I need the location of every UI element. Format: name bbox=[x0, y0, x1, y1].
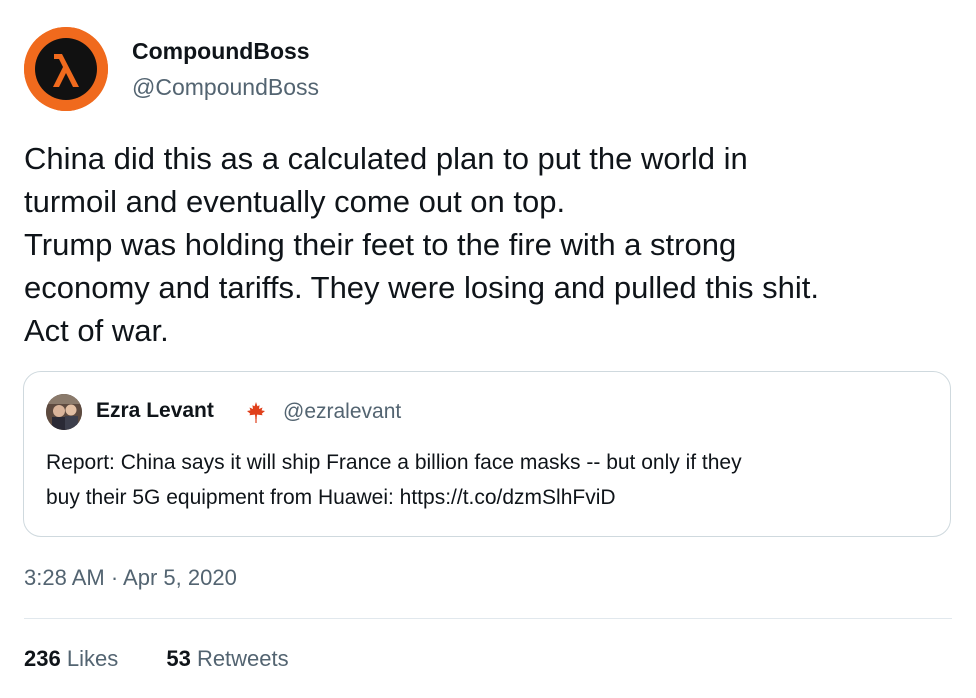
tweet-timestamp[interactable]: 3:28 AM · Apr 5, 2020 bbox=[24, 565, 237, 591]
quoted-text-line: buy their 5G equipment from Huawei: http… bbox=[46, 486, 616, 509]
tweet-card: CompoundBoss @CompoundBoss China did thi… bbox=[0, 0, 976, 698]
lambda-logo-icon bbox=[24, 27, 108, 111]
tweet-text-line: Act of war. bbox=[24, 313, 169, 348]
quoted-author-handle: @ezralevant bbox=[283, 400, 402, 423]
retweets-count: 53 bbox=[166, 646, 191, 671]
tweet-stats: 236 Likes 53 Retweets bbox=[24, 646, 331, 672]
likes-count: 236 bbox=[24, 646, 61, 671]
maple-leaf-icon bbox=[247, 402, 265, 423]
retweets-label: Retweets bbox=[196, 646, 289, 671]
author-display-name[interactable]: CompoundBoss bbox=[132, 38, 310, 65]
likes-label: Likes bbox=[66, 646, 119, 671]
tweet-text-line: Trump was holding their feet to the fire… bbox=[24, 227, 737, 262]
quoted-tweet[interactable]: Ezra Levant @ezralevant Report: China sa… bbox=[23, 371, 951, 537]
author-handle[interactable]: @CompoundBoss bbox=[132, 74, 319, 101]
tweet-text-line: China did this as a calculated plan to p… bbox=[24, 141, 748, 176]
author-avatar[interactable] bbox=[24, 27, 108, 111]
quoted-author-avatar bbox=[46, 394, 82, 430]
quoted-text-line: Report: China says it will ship France a… bbox=[46, 451, 742, 474]
quoted-tweet-text: Report: China says it will ship France a… bbox=[46, 445, 936, 515]
tweet-text-line: turmoil and eventually come out on top. bbox=[24, 184, 566, 219]
tweet-text-line: economy and tariffs. They were losing an… bbox=[24, 270, 819, 305]
tweet-text: China did this as a calculated plan to p… bbox=[24, 137, 954, 352]
quoted-author-display-name: Ezra Levant bbox=[96, 399, 214, 422]
retweets-stat[interactable]: 53 Retweets bbox=[166, 646, 288, 672]
divider bbox=[24, 618, 952, 619]
likes-stat[interactable]: 236 Likes bbox=[24, 646, 118, 672]
